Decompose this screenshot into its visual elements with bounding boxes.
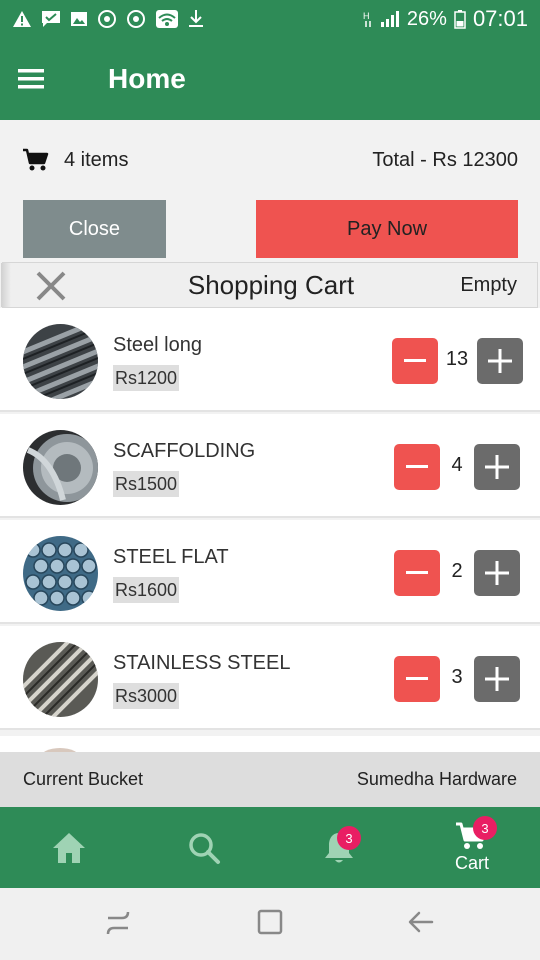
- notification-badge: 3: [337, 826, 361, 850]
- cart-icon: [23, 148, 49, 171]
- product-name: SCAFFOLDING: [113, 440, 256, 462]
- home-icon: [53, 832, 85, 863]
- product-name: STAINLESS STEEL: [113, 652, 291, 674]
- status-time: 07:01: [472, 6, 528, 31]
- cart-item: STEEL FLAT Rs1600 2: [0, 520, 540, 624]
- cart-item-list[interactable]: Steel long Rs1200 13 SCAFFOLDING Rs1500 …: [0, 308, 540, 752]
- signal-icon: [380, 11, 399, 27]
- svg-text:H: H: [363, 11, 370, 21]
- increase-quantity-button[interactable]: [474, 444, 520, 490]
- network-h-icon: H: [363, 11, 371, 27]
- battery-icon: [454, 10, 466, 29]
- battery-percent: 26%: [406, 7, 447, 30]
- plus-icon: [485, 455, 509, 479]
- download-icon: [189, 10, 203, 27]
- minus-icon: [406, 571, 428, 574]
- plus-icon: [485, 561, 509, 585]
- shopping-cart-header: Shopping Cart Empty: [1, 262, 538, 308]
- current-bucket-bar: Current Bucket Sumedha Hardware: [0, 752, 540, 807]
- increase-quantity-button[interactable]: [474, 550, 520, 596]
- product-thumbnail: [23, 642, 98, 717]
- cart-badge: 3: [473, 816, 497, 840]
- decrease-quantity-button[interactable]: [394, 444, 440, 490]
- empty-cart-button[interactable]: Empty: [460, 274, 517, 297]
- product-thumbnail: [23, 324, 98, 399]
- warning-icon: [13, 11, 31, 27]
- product-price: Rs3000: [113, 683, 180, 709]
- app-bar: Home: [0, 38, 540, 120]
- product-name: STEEL FLAT: [113, 546, 229, 568]
- quantity-value: 4: [451, 454, 463, 476]
- cart-total: Total - Rs 12300: [372, 148, 518, 171]
- nav-search[interactable]: [154, 807, 254, 888]
- close-button[interactable]: Close: [23, 200, 166, 258]
- status-bar: H 26% 07:01: [0, 0, 540, 38]
- nav-home[interactable]: [19, 807, 119, 888]
- product-price: Rs1500: [113, 471, 180, 497]
- notification-icons: [12, 9, 204, 29]
- nav-cart-label: Cart: [454, 853, 489, 873]
- back-icon[interactable]: [406, 908, 436, 938]
- product-thumbnail: [23, 430, 98, 505]
- sync-icon: [127, 10, 145, 28]
- cart-item: STAINLESS STEEL Rs3000 3: [0, 626, 540, 730]
- cart-title: Shopping Cart: [187, 269, 355, 300]
- product-name: Steel long: [113, 334, 202, 356]
- bucket-label: Current Bucket: [23, 769, 144, 789]
- cart-summary: 4 items Total - Rs 12300: [0, 120, 540, 200]
- image-icon: [71, 12, 87, 26]
- store-name: Sumedha Hardware: [356, 769, 517, 789]
- nav-cart[interactable]: 3 Cart: [422, 807, 522, 888]
- home-button-icon[interactable]: [256, 908, 284, 938]
- page-title: Home: [108, 63, 186, 94]
- items-count: 4 items: [64, 148, 129, 171]
- plus-icon: [488, 349, 512, 373]
- minus-icon: [406, 465, 428, 468]
- cart-item-partial: [0, 736, 540, 752]
- minus-icon: [404, 359, 426, 362]
- increase-quantity-button[interactable]: [474, 656, 520, 702]
- decrease-quantity-button[interactable]: [394, 656, 440, 702]
- decrease-quantity-button[interactable]: [392, 338, 438, 384]
- system-navigation-bar: [0, 888, 540, 960]
- product-price: Rs1600: [113, 577, 180, 603]
- wifi-icon: [156, 10, 178, 28]
- product-price: Rs1200: [113, 365, 180, 391]
- quantity-value: 2: [451, 560, 463, 582]
- product-thumbnail: [23, 536, 98, 611]
- quantity-value: 3: [451, 666, 463, 688]
- cart-item: SCAFFOLDING Rs1500 4: [0, 414, 540, 518]
- nav-notifications[interactable]: 3: [289, 807, 389, 888]
- search-icon: [189, 832, 220, 864]
- bottom-navigation: 3 3 Cart: [0, 807, 540, 888]
- quantity-value: 13: [445, 348, 469, 370]
- message-icon: [42, 11, 60, 27]
- hamburger-menu-icon[interactable]: [0, 38, 62, 120]
- sync-icon: [98, 10, 116, 28]
- minus-icon: [406, 677, 428, 680]
- pay-now-button[interactable]: Pay Now: [256, 200, 518, 258]
- decrease-quantity-button[interactable]: [394, 550, 440, 596]
- plus-icon: [485, 667, 509, 691]
- recent-apps-icon[interactable]: [104, 908, 132, 938]
- cart-item: Steel long Rs1200 13: [0, 308, 540, 412]
- increase-quantity-button[interactable]: [477, 338, 523, 384]
